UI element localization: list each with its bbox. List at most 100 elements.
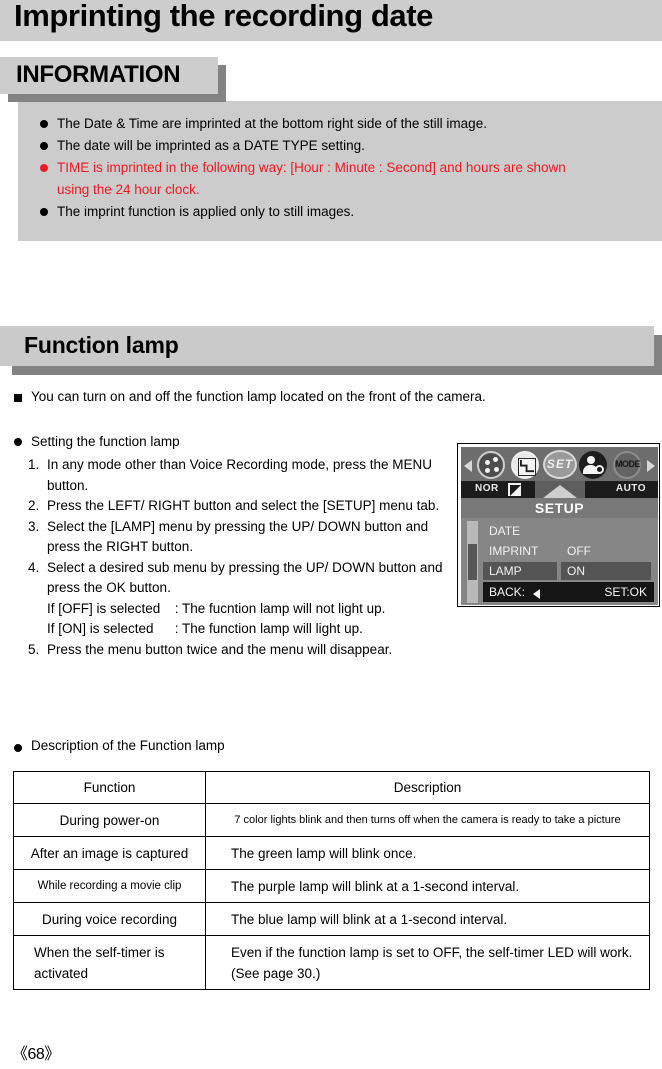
column-header-function: Function [13, 771, 206, 804]
table-row: When the self-timer is activated Even if… [13, 935, 650, 990]
bullet-dot-icon [40, 208, 48, 216]
menu-item-lamp[interactable]: LAMP ON [483, 562, 651, 580]
menu-item-value: ON [567, 564, 585, 578]
step-item: 5. Press the menu button twice and the m… [14, 640, 454, 661]
bullet-dot-icon [40, 120, 48, 128]
page-title: Imprinting the recording date [14, 0, 433, 33]
step-item: 3. Select the [LAMP] menu by pressing th… [14, 517, 454, 558]
step-text: In any mode other than Voice Recording m… [47, 457, 432, 493]
column-header-description: Description [205, 771, 650, 804]
step-text: Select a desired sub menu by pressing th… [47, 559, 443, 596]
step-number: 3. [28, 518, 40, 534]
list-item-label: The date will be imprinted as a DATE TYP… [57, 138, 365, 153]
page-title-bar: Imprinting the recording date [0, 0, 662, 41]
step-item: 2. Press the LEFT/ RIGHT button and sele… [14, 496, 454, 517]
function-lamp-table: Function Description During power-on 7 c… [13, 771, 650, 990]
palette-icon [477, 451, 505, 479]
sub-note-label: If [OFF] is selected [47, 600, 161, 616]
back-arrow-icon [533, 589, 540, 599]
cell-description: The blue lamp will blink at a 1-second i… [205, 902, 650, 936]
square-bullet-icon [14, 394, 22, 402]
setting-heading-label: Setting the function lamp [31, 434, 180, 449]
steps-list: 1. In any mode other than Voice Recordin… [14, 455, 454, 660]
chevron-left-icon [464, 460, 472, 472]
person-setup-icon [579, 451, 607, 479]
mode-icon: MODE [613, 451, 641, 479]
cell-function: When the self-timer is activated [13, 935, 206, 990]
step-number: 1. [28, 457, 40, 472]
list-item: The imprint function is applied only to … [40, 201, 640, 223]
section-heading-background: Function lamp [0, 326, 654, 366]
set-icon: SET [543, 450, 577, 479]
step-number: 5. [28, 641, 40, 657]
section-heading-label: Function lamp [24, 332, 179, 358]
set-icon-label: SET [546, 457, 574, 471]
information-tab-label: INFORMATION [16, 61, 181, 88]
table-row: After an image is captured The green lam… [13, 836, 650, 870]
table-header-row: Function Description [13, 771, 650, 804]
chevron-right-icon [647, 460, 655, 472]
table-row: While recording a movie clip The purple … [13, 869, 650, 903]
cell-function: While recording a movie clip [13, 869, 206, 903]
shooting-mode-indicator: AUTO [615, 483, 646, 494]
sub-note-label: If [ON] is selected [47, 621, 154, 636]
sub-note: If [ON] is selected : The function lamp … [47, 619, 454, 640]
menu-item-label: LAMP [489, 564, 522, 578]
page-number: 《68》 [12, 1046, 60, 1063]
flash-off-icon [508, 483, 521, 496]
quality-curve-icon [511, 451, 539, 479]
cell-function: During voice recording [13, 902, 206, 936]
menu-item-label: IMPRINT [489, 544, 539, 558]
lcd-menu-title: SETUP [461, 498, 658, 518]
list-item-label-continued: using the 24 hour clock. [57, 182, 200, 197]
step-text: Press the LEFT/ RIGHT button and select … [47, 498, 440, 513]
step-item: 1. In any mode other than Voice Recordin… [14, 455, 454, 496]
description-heading: Description of the Function lamp [14, 738, 225, 753]
cell-description: Even if the function lamp is set to OFF,… [205, 935, 650, 990]
menu-item-value: OFF [567, 544, 591, 558]
list-item-label: The Date & Time are imprinted at the bot… [57, 116, 487, 131]
camera-lcd-screenshot: SET MODE NOR AUTO SETUP DATE IMPRINT OFF… [457, 443, 660, 607]
list-item-label: The imprint function is applied only to … [57, 204, 355, 219]
menu-item-label: DATE [489, 524, 521, 538]
bullet-dot-icon [40, 142, 48, 150]
setting-heading: Setting the function lamp [14, 432, 454, 451]
table-row: During power-on 7 color lights blink and… [13, 803, 650, 837]
setting-instructions: Setting the function lamp 1. In any mode… [14, 432, 454, 660]
lcd-menu-tab-row: SET MODE [461, 449, 658, 482]
information-body: The Date & Time are imprinted at the bot… [18, 101, 662, 241]
tab-pointer-icon [543, 485, 577, 498]
sub-note: If [OFF] is selected : The fucntion lamp… [47, 599, 454, 620]
mode-icon-label: MODE [615, 459, 641, 469]
step-number: 2. [28, 498, 40, 513]
person-head-glyph [587, 456, 595, 464]
lcd-menu-panel: DATE IMPRINT OFF LAMP ON BACK: SET:OK [461, 518, 658, 605]
bullet-dot-icon [14, 438, 22, 446]
menu-item-date[interactable]: DATE [483, 522, 651, 540]
list-item: The Date & Time are imprinted at the bot… [40, 113, 640, 135]
description-heading-label: Description of the Function lamp [31, 738, 225, 753]
table-row: During voice recording The blue lamp wil… [13, 902, 650, 936]
section-intro-label: You can turn on and off the function lam… [31, 389, 486, 404]
cell-description: 7 color lights blink and then turns off … [205, 803, 650, 837]
sub-note-value: : The fucntion lamp will not light up. [174, 600, 386, 616]
sub-note-value: : The function lamp will light up. [174, 621, 363, 636]
bullet-dot-icon [40, 164, 48, 172]
set-ok-label: SET:OK [604, 585, 647, 599]
cell-description: The green lamp will blink once. [205, 836, 650, 870]
cell-function: After an image is captured [13, 836, 206, 870]
list-item: The date will be imprinted as a DATE TYP… [40, 135, 640, 157]
scrollbar-thumb[interactable] [468, 544, 477, 580]
section-heading-bar: Function lamp [0, 326, 662, 376]
curve-graph-glyph [518, 458, 536, 476]
lcd-menu-footer: BACK: SET:OK [483, 582, 654, 602]
cell-function: During power-on [13, 803, 206, 837]
step-text: Select the [LAMP] menu by pressing the U… [47, 518, 429, 555]
cell-description: The purple lamp will blink at a 1-second… [205, 869, 650, 903]
menu-item-imprint[interactable]: IMPRINT OFF [483, 542, 651, 560]
step-item: 4. Select a desired sub menu by pressing… [14, 558, 454, 640]
information-tab: INFORMATION [0, 57, 218, 94]
step-text: Press the menu button twice and the menu… [47, 641, 393, 657]
step-curve-svg [520, 459, 535, 473]
information-bullet-list: The Date & Time are imprinted at the bot… [40, 113, 640, 223]
